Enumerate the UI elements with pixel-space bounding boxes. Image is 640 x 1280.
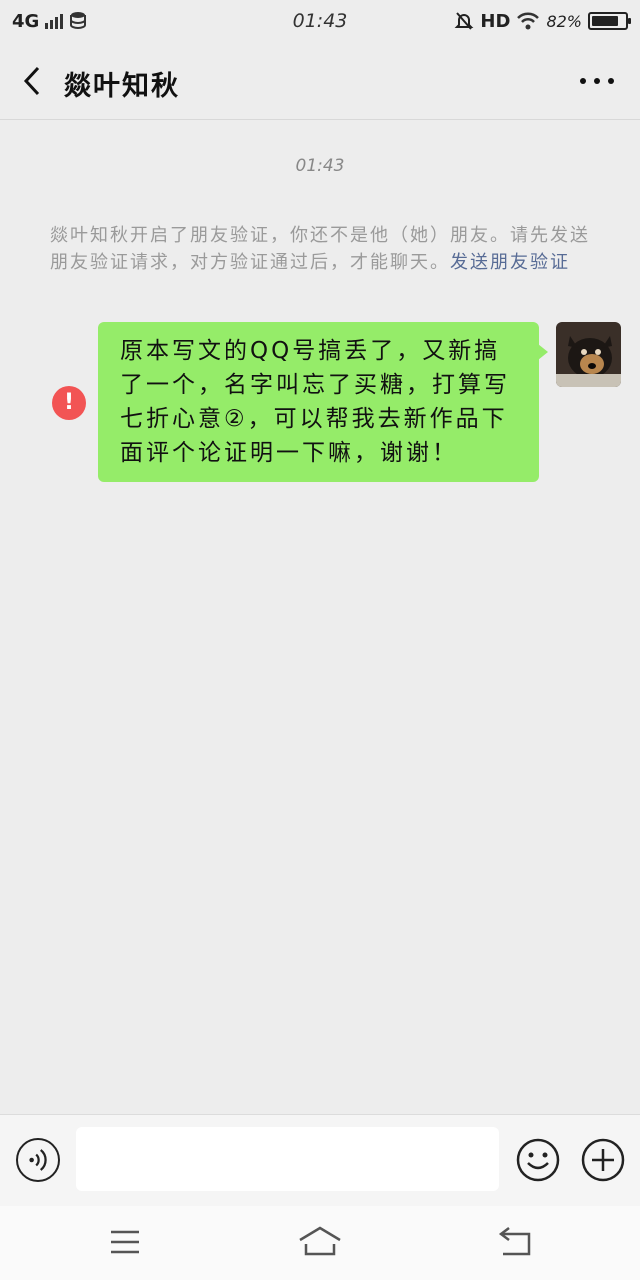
menu-icon[interactable]: [103, 1224, 147, 1260]
more-dots-icon[interactable]: [580, 72, 614, 90]
message-timestamp: 01:43: [295, 156, 345, 176]
chevron-left-icon[interactable]: [18, 64, 48, 98]
error-icon[interactable]: !: [52, 386, 86, 420]
battery-fill: [592, 16, 619, 26]
system-nav-bar: [0, 1206, 640, 1280]
message-bubble[interactable]: 原本写文的QQ号搞丢了，又新搞了一个，名字叫忘了买糖，打算写七折心意②，可以帮我…: [98, 322, 548, 482]
input-bar: [0, 1114, 640, 1206]
plus-icon[interactable]: [580, 1137, 626, 1183]
battery-icon: [588, 12, 631, 30]
status-bar: 4G 01:43 HD 82%: [0, 0, 640, 42]
message-input[interactable]: [76, 1127, 499, 1191]
send-verification-link[interactable]: 发送朋友验证: [450, 252, 570, 273]
message-text: 原本写文的QQ号搞丢了，又新搞了一个，名字叫忘了买糖，打算写七折心意②，可以帮我…: [120, 338, 510, 466]
avatar[interactable]: [556, 322, 621, 387]
emoji-icon[interactable]: [515, 1137, 561, 1183]
chat-header: 燚叶知秋: [0, 42, 640, 120]
status-time: 01:43: [292, 10, 348, 32]
system-notice: 燚叶知秋开启了朋友验证，你还不是他（她）朋友。请先发送朋友验证请求，对方验证通过…: [50, 222, 590, 276]
back-icon[interactable]: [493, 1224, 537, 1260]
avatar-image: [556, 322, 621, 387]
chat-title: 燚叶知秋: [64, 71, 180, 102]
home-icon[interactable]: [298, 1224, 342, 1260]
voice-icon[interactable]: [16, 1138, 60, 1182]
